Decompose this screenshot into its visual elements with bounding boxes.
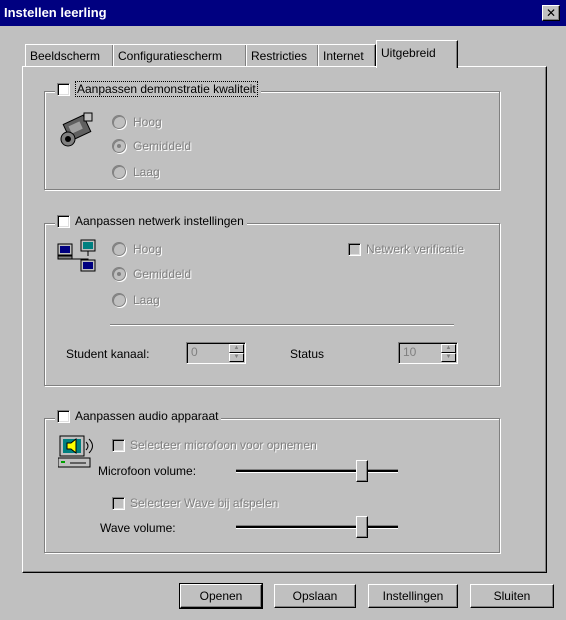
network-computers-icon — [56, 238, 100, 278]
network-label[interactable]: Aanpassen netwerk instellingen — [75, 214, 244, 228]
audio-legend[interactable]: Aanpassen audio apparaat — [55, 409, 222, 423]
audio-checkbox[interactable] — [57, 409, 70, 423]
network-verification-checkbox[interactable] — [348, 242, 361, 256]
network-radio-laag[interactable] — [112, 293, 126, 307]
network-verification-label: Netwerk verificatie — [366, 242, 465, 256]
save-button[interactable]: Opslaan — [274, 584, 356, 608]
demo-option-gemiddeld[interactable]: Gemiddeld — [112, 139, 191, 153]
network-option-hoog[interactable]: Hoog — [112, 242, 162, 256]
demo-option-laag[interactable]: Laag — [112, 165, 160, 179]
window-title: Instellen leerling — [4, 5, 107, 20]
demo-option-hoog[interactable]: Hoog — [112, 115, 162, 129]
student-channel-label: Student kanaal: — [66, 347, 150, 361]
select-mic-label: Selecteer microfoon voor opnemen — [130, 438, 317, 452]
demo-quality-label[interactable]: Aanpassen demonstratie kwaliteit — [75, 81, 258, 97]
student-channel-up-icon[interactable]: ▲ — [229, 344, 244, 353]
wave-volume-track[interactable] — [236, 525, 398, 529]
network-option-laag-label: Laag — [133, 293, 160, 307]
network-separator — [110, 324, 454, 326]
audio-label[interactable]: Aanpassen audio apparaat — [75, 409, 218, 423]
status-up-icon[interactable]: ▲ — [441, 344, 456, 353]
settings-button[interactable]: Instellingen — [368, 584, 458, 608]
demo-quality-legend[interactable]: Aanpassen demonstratie kwaliteit — [55, 81, 261, 97]
mic-volume-thumb[interactable] — [356, 460, 368, 482]
status-down-icon[interactable]: ▼ — [441, 353, 456, 362]
network-option-laag[interactable]: Laag — [112, 293, 160, 307]
tab-restricties[interactable]: Restricties — [246, 44, 319, 67]
network-radio-hoog[interactable] — [112, 242, 126, 256]
video-camera-icon — [58, 109, 98, 155]
tab-configuratiescherm[interactable]: Configuratiescherm — [113, 44, 247, 67]
tab-beeldscherm[interactable]: Beeldscherm — [25, 44, 114, 67]
mic-volume-label: Microfoon volume: — [98, 464, 197, 478]
student-channel-down-icon[interactable]: ▼ — [229, 353, 244, 362]
network-verification[interactable]: Netwerk verificatie — [348, 242, 464, 256]
network-option-gemiddeld-label: Gemiddeld — [133, 267, 192, 281]
demo-quality-checkbox[interactable] — [57, 82, 70, 96]
demo-radio-hoog[interactable] — [112, 115, 126, 129]
network-checkbox[interactable] — [57, 214, 70, 228]
demo-option-laag-label: Laag — [133, 165, 160, 179]
select-wave-checkbox[interactable] — [112, 496, 125, 510]
speaker-computer-icon — [57, 434, 98, 472]
wave-volume-label: Wave volume: — [100, 521, 176, 535]
select-wave[interactable]: Selecteer Wave bij afspelen — [112, 496, 278, 510]
tab-uitgebreid[interactable]: Uitgebreid — [376, 40, 458, 68]
demo-radio-laag[interactable] — [112, 165, 126, 179]
select-mic-checkbox[interactable] — [112, 438, 125, 452]
network-legend[interactable]: Aanpassen netwerk instellingen — [55, 214, 247, 228]
select-mic[interactable]: Selecteer microfoon voor opnemen — [112, 438, 317, 452]
status-label: Status — [290, 347, 325, 361]
demo-option-hoog-label: Hoog — [133, 115, 162, 129]
status-spinner[interactable]: 10 ▲ ▼ — [398, 342, 458, 364]
close-icon[interactable]: ✕ — [542, 5, 560, 21]
select-wave-label: Selecteer Wave bij afspelen — [130, 496, 279, 510]
network-radio-gemiddeld[interactable] — [112, 267, 126, 281]
student-channel-value: 0 — [191, 345, 198, 359]
close-button[interactable]: Sluiten — [470, 584, 554, 608]
network-option-gemiddeld[interactable]: Gemiddeld — [112, 267, 191, 281]
title-bar[interactable]: Instellen leerling ✕ — [0, 0, 566, 26]
demo-option-gemiddeld-label: Gemiddeld — [133, 139, 192, 153]
wave-volume-thumb[interactable] — [356, 516, 368, 538]
open-button[interactable]: Openen — [179, 583, 263, 609]
status-value: 10 — [403, 345, 417, 359]
network-option-hoog-label: Hoog — [133, 242, 162, 256]
demo-radio-gemiddeld[interactable] — [112, 139, 126, 153]
mic-volume-track[interactable] — [236, 469, 398, 473]
tab-internet[interactable]: Internet — [318, 44, 376, 67]
student-channel-spinner[interactable]: 0 ▲ ▼ — [186, 342, 246, 364]
